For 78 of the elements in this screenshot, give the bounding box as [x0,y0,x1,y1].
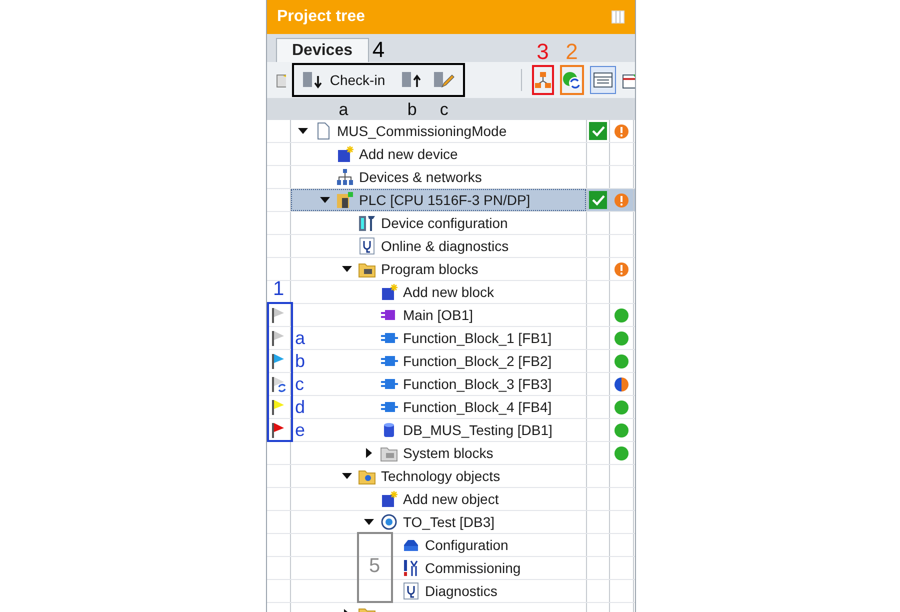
tree-row[interactable]: TO_Test [DB3] [267,511,635,534]
expanded-arrow-icon[interactable] [298,127,308,135]
tree-row[interactable]: d Function_Block_4 [FB4] [267,396,635,419]
tree-item-label: TO_Test [DB3] [403,514,495,530]
tree-row[interactable]: Technology objects [267,465,635,488]
hierarchy-icon [534,71,552,89]
annotation-letter: b [295,350,306,372]
tree-row[interactable]: e DB_MUS_Testing [DB1] [267,419,635,442]
expanded-arrow-icon[interactable] [364,518,374,526]
add-block-icon [380,283,398,301]
tree-item-label: Technology objects [381,468,500,484]
tree-item-label: Function_Block_1 [FB1] [403,330,552,346]
tree-row[interactable]: Add new device [267,143,635,166]
add-block-icon [380,490,398,508]
tree-row[interactable]: a Function_Block_1 [FB1] [267,327,635,350]
tree-row[interactable]: c Function_Block_3 [FB3] [267,373,635,396]
server-pencil-icon [433,71,456,89]
annotation-number: 3 [536,41,549,63]
collapsed-arrow-icon[interactable] [365,448,373,458]
panel-title: Project tree [277,8,366,26]
annotation-letter: d [295,396,306,418]
annotation-number: 4 [372,39,385,61]
annotation-number: 5 [369,554,380,578]
tree-item-label: Configuration [425,537,508,553]
expanded-arrow-icon[interactable] [320,196,330,204]
server-down-icon [302,71,324,89]
tree-row[interactable]: PLC [CPU 1516F-3 PN/DP] [267,189,635,212]
tree-item-label: Add new device [359,146,458,162]
annotation-number: 2 [566,41,578,63]
expanded-arrow-icon[interactable] [342,265,352,273]
tree-row[interactable]: Main [OB1] [267,304,635,327]
server-up-icon [401,71,424,89]
device-config-icon [358,214,376,232]
tree-item-label: Devices & networks [359,169,482,185]
plc-icon [336,191,354,209]
tree-row[interactable]: Device configuration [267,212,635,235]
list-view-button[interactable] [590,66,616,94]
tree-item-label: Function_Block_3 [FB3] [403,376,552,392]
tree-item-label: System blocks [403,445,494,461]
network-icon [336,168,354,186]
tree-item-label: Program blocks [381,261,478,277]
annotation-letter: e [295,420,306,440]
tree-item-label: Function_Block_4 [FB4] [403,399,552,415]
devices-tab[interactable]: Devices [276,38,368,62]
tree-item-label: Device configuration [381,215,508,231]
tree-row[interactable]: Online & diagnostics [267,235,635,258]
tree-row[interactable]: Program blocks [267,258,635,281]
tools-icon [402,559,420,577]
tree-row[interactable]: System blocks [267,442,635,465]
annotation-letter: a [338,100,348,120]
tree-row[interactable]: Diagnostics [267,580,635,603]
tree-item-label: Online & diagnostics [381,238,509,254]
tree-item-label: Commissioning [425,560,521,576]
annotation-letter: a [295,328,306,348]
refresh-icon [562,70,582,90]
tree-row[interactable]: Configuration [267,534,635,557]
tree-item-label: Add new object [403,491,499,507]
tree-item-label: PLC [CPU 1516F-3 PN/DP] [359,192,530,208]
expanded-arrow-icon[interactable] [342,472,352,480]
annotation-letter: b [407,100,417,120]
tree-row[interactable]: Add new object [267,488,635,511]
annotation-number: 1 [273,278,284,301]
tree-item-label: Function_Block_2 [FB2] [403,353,552,369]
annotation-letter: c [440,100,448,120]
tree-row[interactable]: b Function_Block_2 [FB2] [267,350,635,373]
tree-item-label: MUS_CommissioningMode [337,123,507,139]
gear-circle-icon [380,513,398,531]
tree-row[interactable]: MUS_CommissioningMode [267,120,635,143]
stethoscope-icon [402,582,420,600]
annotation-letter: c [295,374,304,394]
tree-item-label: Main [OB1] [403,307,474,323]
tree-item-label: DB_MUS_Testing [DB1] [403,422,552,438]
table-icon [592,71,613,89]
add-block-icon [336,145,354,163]
panel-toggle-icon[interactable] [611,10,625,24]
tree-item-label: Diagnostics [425,583,498,599]
stethoscope-icon [358,237,376,255]
tree-item-label: Add new block [403,284,494,300]
